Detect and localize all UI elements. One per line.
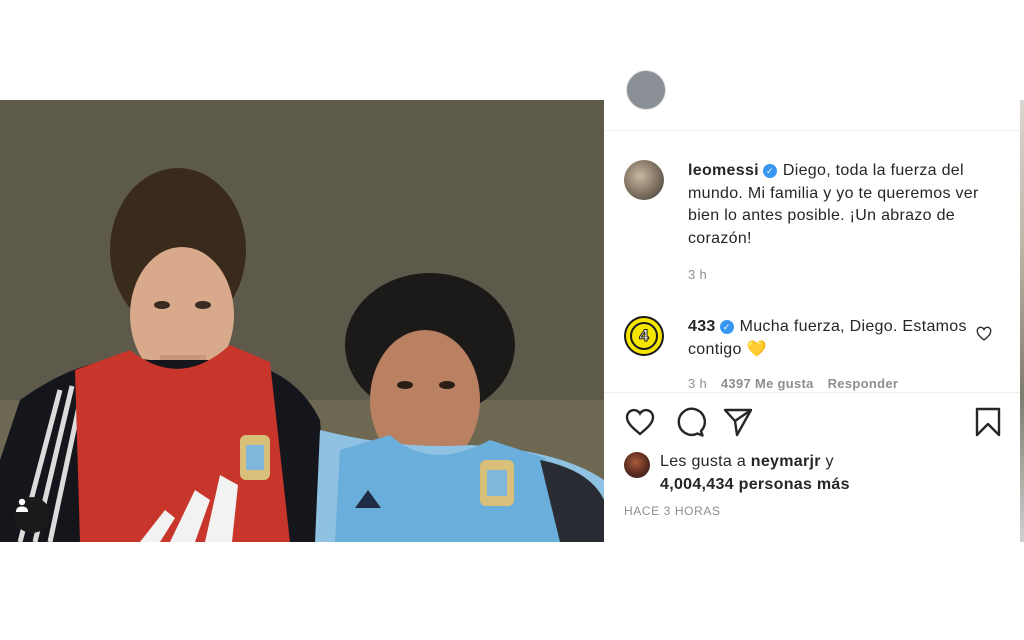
comment-text-block: leomessi ✓ Diego, toda la fuerza del mundo… <box>688 160 998 250</box>
verified-badge-icon: ✓ <box>719 320 734 334</box>
likes-text: Les gusta a neymarjr y 4,004,434 persona… <box>660 450 1010 496</box>
verified-badge-icon: ✓ <box>762 164 777 178</box>
comment-username[interactable]: leomessi <box>688 162 759 179</box>
comments-list[interactable]: leomessi ✓ Diego, toda la fuerza del mundo… <box>604 130 1020 392</box>
post-side-panel: leomessi ✓ Diego, toda la fuerza del mundo… <box>604 70 1020 542</box>
avatar[interactable] <box>624 160 664 200</box>
likes-count[interactable]: 4,004,434 personas más <box>660 476 850 493</box>
likes-prefix: Les gusta a <box>660 453 747 470</box>
reply-button[interactable]: Responder <box>828 376 899 391</box>
heart-icon[interactable] <box>976 326 992 342</box>
bookmark-icon[interactable] <box>972 406 1004 438</box>
heart-icon[interactable] <box>624 406 656 438</box>
adjacent-post-edge <box>1020 100 1024 542</box>
paper-plane-icon[interactable] <box>722 406 754 438</box>
post-photo[interactable] <box>0 100 604 542</box>
liker-avatar[interactable] <box>624 452 650 478</box>
comment-time[interactable]: 3 h <box>688 376 707 391</box>
comment-text-block: 433 ✓ Mucha fuerza, Diego. Estamos contigo… <box>688 316 998 361</box>
previous-comment-avatar[interactable] <box>626 70 666 110</box>
comment-username[interactable]: 433 <box>688 318 716 335</box>
comment-time[interactable]: 3 h <box>688 267 707 282</box>
comment-meta: 3 h 4397 Me gusta Responder <box>688 376 898 391</box>
avatar[interactable]: 4 <box>624 316 664 356</box>
comment-meta: 3 h <box>688 267 707 282</box>
tag-people-button[interactable] <box>14 497 50 533</box>
photo-illustration <box>0 100 604 542</box>
liker-username[interactable]: neymarjr <box>751 453 821 470</box>
comment-likes[interactable]: 4397 Me gusta <box>721 376 814 391</box>
avatar-text: 4 <box>630 322 658 350</box>
person-icon <box>16 498 28 512</box>
likes-connector: y <box>825 453 834 470</box>
post-actions: Les gusta a neymarjr y 4,004,434 persona… <box>604 392 1020 542</box>
post-timestamp[interactable]: HACE 3 HORAS <box>624 504 721 518</box>
speech-bubble-icon[interactable] <box>674 406 706 438</box>
instagram-post: leomessi ✓ Diego, toda la fuerza del mundo… <box>0 70 1024 542</box>
